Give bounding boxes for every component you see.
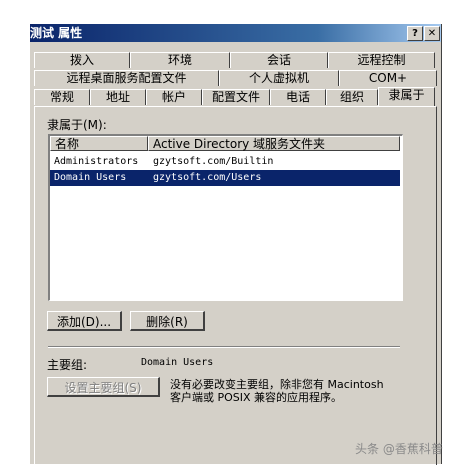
primary-group-label: 主要组:: [47, 358, 88, 372]
tab-remote-control[interactable]: 远程控制: [328, 52, 435, 68]
tab-telephones[interactable]: 电话: [270, 89, 326, 105]
watermark: 头条 @香蕉科普: [355, 442, 443, 456]
tab-general[interactable]: 常规: [34, 89, 90, 105]
table-row[interactable]: Administrators gzytsoft.com/Builtin: [50, 154, 400, 170]
tab-environment[interactable]: 环境: [130, 52, 230, 68]
tab-member-of[interactable]: 隶属于: [378, 87, 435, 106]
set-primary-group-button[interactable]: 设置主要组(S): [47, 377, 160, 397]
add-button[interactable]: 添加(D)...: [47, 311, 122, 331]
title-bar[interactable]: 测试 属性 ? ✕: [30, 24, 441, 42]
tab-organization[interactable]: 组织: [326, 89, 378, 105]
help-button[interactable]: ?: [407, 26, 423, 41]
tab-session[interactable]: 会话: [230, 52, 328, 68]
groups-listview[interactable]: 名称 Active Directory 域服务文件夹 Administrator…: [48, 134, 403, 301]
table-row-selected[interactable]: Domain Users gzytsoft.com/Users: [50, 170, 400, 186]
close-button[interactable]: ✕: [424, 26, 440, 41]
window-title: 测试 属性: [30, 26, 83, 40]
remove-button[interactable]: 删除(R): [130, 311, 205, 331]
tab-profile[interactable]: 配置文件: [202, 89, 270, 105]
group-name: Administrators: [54, 156, 139, 167]
tab-account[interactable]: 帐户: [146, 89, 202, 105]
group-folder: gzytsoft.com/Builtin: [153, 156, 274, 167]
tab-address[interactable]: 地址: [90, 89, 146, 105]
tab-rds-profile[interactable]: 远程桌面服务配置文件: [34, 70, 219, 86]
tab-com-plus[interactable]: COM+: [339, 70, 437, 86]
member-of-label: 隶属于(M):: [47, 118, 107, 132]
group-folder: gzytsoft.com/Users: [153, 172, 262, 183]
primary-group-note-line2: 客户端或 POSIX 兼容的应用程序。: [170, 391, 343, 404]
separator: [48, 346, 400, 348]
tab-personal-vm[interactable]: 个人虚拟机: [219, 70, 339, 86]
properties-dialog: 测试 属性 ? ✕ 拨入 环境 会话 远程控制 远程桌面服务配置文件 个人虚拟机…: [30, 24, 442, 465]
primary-group-value: Domain Users: [141, 357, 214, 368]
column-header-name[interactable]: 名称: [50, 136, 148, 151]
group-name: Domain Users: [54, 172, 127, 183]
tab-dial-in[interactable]: 拨入: [34, 52, 130, 68]
column-header-folder[interactable]: Active Directory 域服务文件夹: [148, 136, 400, 151]
